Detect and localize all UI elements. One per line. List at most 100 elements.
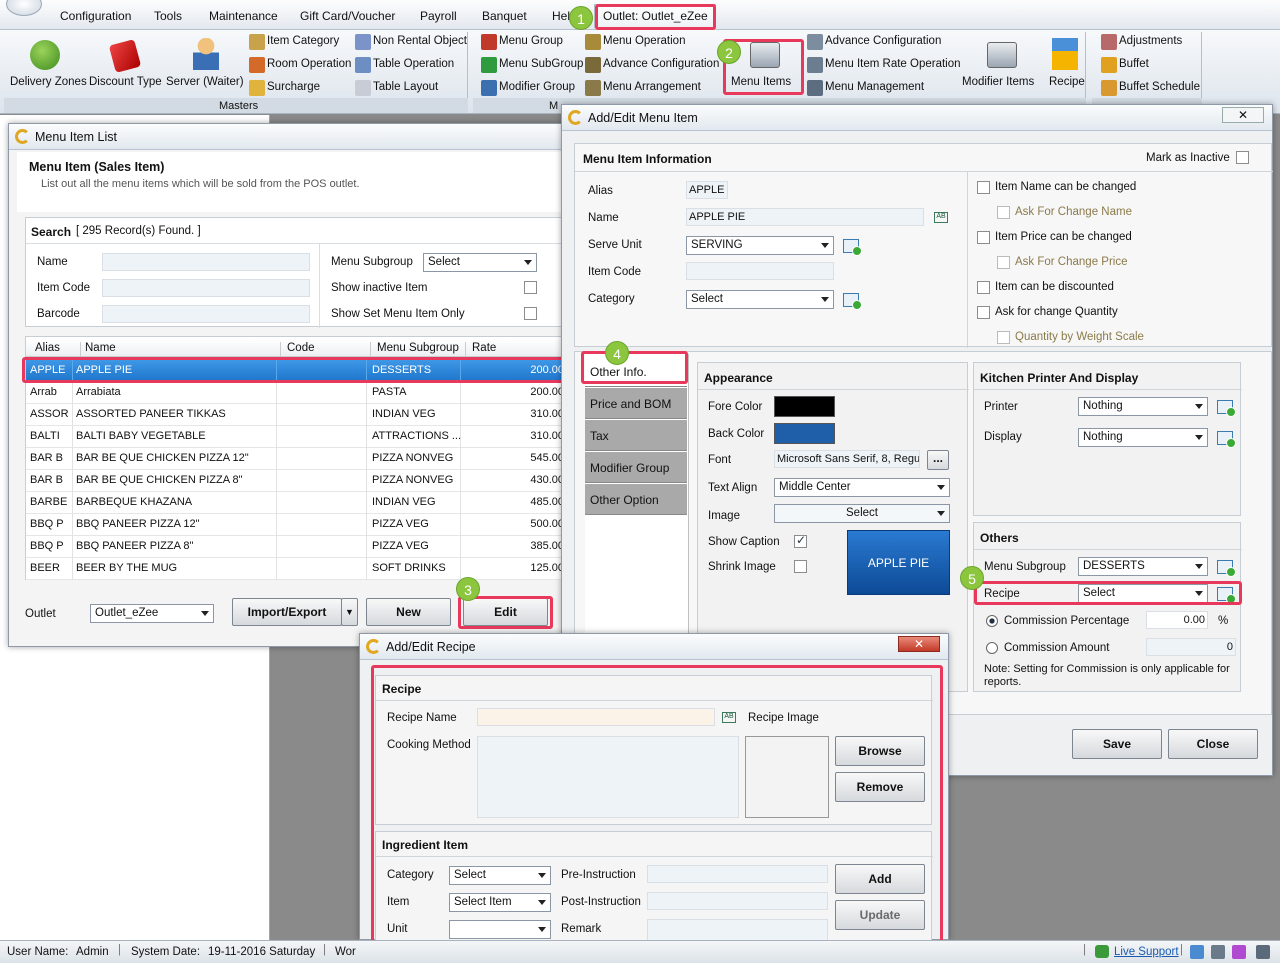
new-button[interactable]: New	[366, 598, 451, 626]
table-row[interactable]: BAR B BAR BE QUE CHICKEN PIZZA 8" PIZZA NO…	[26, 470, 570, 492]
non-rental-object-button[interactable]: Non Rental Object	[373, 35, 467, 47]
outlet-select[interactable]: Outlet_eZee	[90, 604, 214, 623]
room-operation-button[interactable]: Room Operation	[267, 58, 351, 70]
menu-subgroup-select[interactable]: DESSERTS	[1078, 557, 1208, 576]
modifier-group-button[interactable]: Modifier Group	[499, 81, 575, 93]
table-row[interactable]: BBQ P BBQ PANEER PIZZA 8" PIZZA VEG 385.00	[26, 536, 570, 558]
item-category-button[interactable]: Item Category	[267, 35, 339, 47]
font-input[interactable]: Microsoft Sans Serif, 8, Regul	[774, 450, 920, 468]
table-row[interactable]: Arrab Arrabiata PASTA 200.00	[26, 382, 570, 404]
menu-group-button[interactable]: Menu Group	[499, 35, 563, 47]
printer-select[interactable]: Nothing	[1078, 397, 1208, 416]
tab-price-and-bom[interactable]: Price and BOM	[585, 388, 687, 419]
fore-color-swatch[interactable]	[774, 396, 835, 417]
menu-item-rate-operation-button[interactable]: Menu Item Rate Operation	[825, 58, 961, 70]
tab-tax[interactable]: Tax	[585, 420, 687, 451]
printer-icon[interactable]	[1211, 945, 1225, 959]
app-logo[interactable]	[6, 0, 42, 16]
weight-scale-checkbox[interactable]	[997, 331, 1010, 344]
menu-subgroup-button[interactable]: Menu SubGroup	[499, 58, 583, 70]
menu-payroll[interactable]: Payroll	[420, 9, 457, 23]
table-row[interactable]: BEER BEER BY THE MUG SOFT DRINKS 125.00	[26, 558, 570, 580]
delivery-zones-button[interactable]: Delivery Zones	[10, 76, 87, 88]
serve-unit-select[interactable]: SERVING	[686, 236, 834, 255]
ask-change-price-checkbox[interactable]	[997, 256, 1010, 269]
tab-other-option[interactable]: Other Option	[585, 484, 687, 515]
image-label: Image	[708, 510, 740, 522]
menu-configuration[interactable]: Configuration	[60, 9, 131, 23]
discount-type-button[interactable]: Discount Type	[89, 76, 162, 88]
ask-change-name-checkbox[interactable]	[997, 206, 1010, 219]
show-caption-checkbox[interactable]	[794, 533, 807, 548]
recipe-button[interactable]: Recipe	[1049, 76, 1085, 88]
table-layout-button[interactable]: Table Layout	[373, 81, 438, 93]
table-row[interactable]: ASSOR ASSORTED PANEER TIKKAS INDIAN VEG 310…	[26, 404, 570, 426]
commission-percentage-radio[interactable]	[986, 615, 998, 627]
close-icon[interactable]: ✕	[898, 636, 940, 652]
close-button[interactable]: Close	[1168, 729, 1258, 759]
add-menu-subgroup-icon[interactable]	[1217, 560, 1236, 577]
menu-tools[interactable]: Tools	[154, 9, 182, 23]
name-input[interactable]: APPLE PIE	[686, 208, 924, 226]
surcharge-button[interactable]: Surcharge	[267, 81, 320, 93]
item-code-search-input[interactable]	[102, 279, 310, 297]
text-align-select[interactable]: Middle Center	[774, 478, 950, 497]
table-row[interactable]: BARBE BARBEQUE KHAZANA INDIAN VEG 485.00	[26, 492, 570, 514]
mark-inactive-checkbox[interactable]	[1236, 151, 1249, 164]
menu-gift-card[interactable]: Gift Card/Voucher	[300, 9, 395, 23]
col-alias[interactable]: Alias	[35, 342, 60, 354]
shrink-image-checkbox[interactable]	[794, 560, 807, 573]
commission-amount-radio[interactable]	[986, 642, 998, 654]
image-select[interactable]: Select	[774, 504, 950, 523]
menu-banquet[interactable]: Banquet	[482, 9, 527, 23]
menu-operation-button[interactable]: Menu Operation	[603, 35, 685, 47]
table-row[interactable]: BALTI BALTI BABY VEGETABLE ATTRACTIONS ...…	[26, 426, 570, 448]
masters-group-label: Masters	[219, 100, 259, 112]
language-icon[interactable]: AB	[934, 212, 948, 223]
add-printer-icon[interactable]	[1217, 400, 1236, 417]
add-serve-unit-icon[interactable]	[843, 239, 862, 256]
menu-management-button[interactable]: Menu Management	[825, 81, 924, 93]
tab-modifier-group[interactable]: Modifier Group	[585, 452, 687, 483]
commission-amount-input[interactable]: 0	[1146, 638, 1236, 656]
table-operation-button[interactable]: Table Operation	[373, 58, 454, 70]
item-name-changeable-checkbox[interactable]	[977, 181, 990, 194]
item-code-input[interactable]	[686, 262, 834, 280]
ribbon: Delivery Zones Discount Type Server (Wai…	[0, 30, 1280, 114]
advance-configuration-button[interactable]: Advance Configuration	[603, 58, 719, 70]
add-display-icon[interactable]	[1217, 431, 1236, 448]
modifier-items-button[interactable]: Modifier Items	[962, 76, 1034, 88]
apps-icon[interactable]	[1232, 945, 1246, 959]
ask-quantity-checkbox[interactable]	[977, 306, 990, 319]
import-export-button[interactable]: Import/Export	[232, 598, 342, 626]
add-category-icon[interactable]	[843, 293, 862, 310]
show-set-menu-checkbox[interactable]	[524, 307, 537, 320]
buffet-button[interactable]: Buffet	[1119, 58, 1149, 70]
item-price-changeable-checkbox[interactable]	[977, 231, 990, 244]
alias-input[interactable]: APPLE	[686, 181, 728, 199]
table-row[interactable]: BBQ P BBQ PANEER PIZZA 12" PIZZA VEG 500.00	[26, 514, 570, 536]
back-color-swatch[interactable]	[774, 423, 835, 444]
show-inactive-checkbox[interactable]	[524, 281, 537, 294]
name-search-input[interactable]	[102, 253, 310, 271]
import-export-dropdown[interactable]: ▼	[341, 598, 358, 626]
barcode-search-input[interactable]	[102, 305, 310, 323]
adjustments-button[interactable]: Adjustments	[1119, 35, 1182, 47]
close-icon[interactable]: ✕	[1222, 107, 1264, 123]
save-button[interactable]: Save	[1072, 729, 1162, 759]
advance-configuration-2-button[interactable]: Advance Configuration	[825, 35, 941, 47]
user-icon[interactable]	[1256, 945, 1270, 959]
menu-maintenance[interactable]: Maintenance	[209, 9, 278, 23]
table-row[interactable]: BAR B BAR BE QUE CHICKEN PIZZA 12" PIZZA N…	[26, 448, 570, 470]
commission-percentage-input[interactable]: 0.00	[1146, 611, 1208, 629]
server-waiter-button[interactable]: Server (Waiter)	[166, 76, 244, 88]
discountable-checkbox[interactable]	[977, 281, 990, 294]
display-select[interactable]: Nothing	[1078, 428, 1208, 447]
menu-arrangement-button[interactable]: Menu Arrangement	[603, 81, 701, 93]
live-support-link[interactable]: Live Support	[1114, 946, 1179, 958]
font-picker-button[interactable]: ...	[927, 450, 949, 470]
category-select[interactable]: Select	[686, 290, 834, 309]
menu-subgroup-filter-select[interactable]: Select	[423, 253, 537, 272]
buffet-schedule-button[interactable]: Buffet Schedule	[1119, 81, 1200, 93]
notification-icon[interactable]	[1190, 945, 1204, 959]
